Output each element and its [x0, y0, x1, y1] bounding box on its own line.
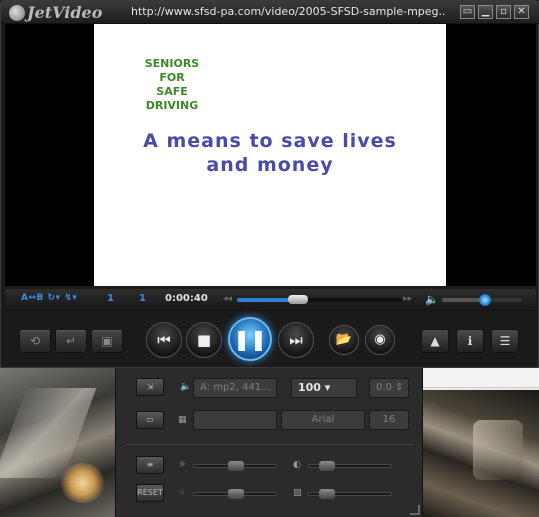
background-image-left: [0, 368, 115, 517]
seek-thumb[interactable]: [287, 295, 308, 304]
jetvideo-logo-icon: [9, 4, 25, 21]
app-name: JetVideo: [27, 3, 103, 22]
eject-button[interactable]: ▲: [421, 329, 449, 353]
restore-button[interactable]: ▫: [496, 5, 511, 19]
seek-progress: [237, 298, 295, 302]
rewind-arrows-icon[interactable]: ◂◂: [223, 294, 232, 304]
panel-divider: [126, 444, 414, 445]
ab-repeat-button[interactable]: A↔B ↻▾ ↯▾: [21, 293, 77, 303]
speaker-icon[interactable]: 🔈: [425, 293, 439, 306]
audio-track-select[interactable]: A: mp2, 441...: [193, 378, 277, 398]
player-window: JetVideo http://www.sfsd-pa.com/video/20…: [0, 0, 539, 368]
speed-menu-label: ↯▾: [64, 293, 78, 303]
saturation-knob[interactable]: [228, 489, 244, 499]
video-tagline: A means to save lives and money: [94, 129, 446, 177]
title-bar[interactable]: JetVideo http://www.sfsd-pa.com/video/20…: [1, 1, 539, 24]
close-button[interactable]: ✕: [514, 5, 529, 19]
seniors-line: SENIORS: [144, 57, 200, 70]
volume-knob[interactable]: [479, 294, 492, 306]
resize-grip[interactable]: [410, 505, 420, 515]
font-size-field[interactable]: 16: [369, 410, 409, 430]
forward-arrows-icon[interactable]: ▸▸: [403, 294, 412, 304]
audio-icon: 🔈: [180, 382, 192, 392]
seek-slider[interactable]: [237, 295, 402, 304]
saturation-icon: ⁘: [178, 488, 186, 498]
equalizer-button[interactable]: ≡: [136, 456, 164, 474]
settings-panel: ⇲ 🔈 A: mp2, 441... 100 ▾ 0.0 ⇕ ▭ ▦ Arial…: [115, 368, 423, 517]
reset-button[interactable]: RESET: [136, 484, 164, 502]
audio-settings-button[interactable]: ⇲: [136, 378, 164, 396]
background-image-right: [423, 390, 539, 517]
volume-select[interactable]: 100 ▾: [291, 378, 357, 398]
next-button[interactable]: ⏭: [278, 322, 314, 358]
background-toolbar: [423, 368, 539, 388]
pause-button[interactable]: ❚❚: [228, 317, 272, 361]
volume-slider[interactable]: [442, 294, 522, 306]
video-frame[interactable]: SENIORS FOR SAFE DRIVING A means to save…: [94, 24, 446, 286]
previous-button[interactable]: ⏮: [146, 322, 182, 358]
brightness-icon: ☼: [178, 460, 187, 470]
playlist-button[interactable]: ☰: [491, 329, 519, 353]
pin-button[interactable]: ▭: [460, 5, 475, 19]
hue-knob[interactable]: [319, 489, 336, 499]
contrast-knob[interactable]: [319, 461, 336, 471]
seniors-logo-text: SENIORS FOR SAFE DRIVING: [137, 57, 207, 113]
fullscreen-button[interactable]: ▣: [91, 329, 123, 353]
status-bar: A↔B ↻▾ ↯▾ 1 1 0:00:40 ◂◂ ▸▸ 🔈: [5, 289, 536, 311]
brightness-slider[interactable]: [193, 461, 277, 471]
open-file-button[interactable]: 📂: [329, 325, 359, 355]
font-select[interactable]: Arial: [281, 410, 365, 430]
time-display: 0:00:40: [165, 293, 208, 304]
stop-button[interactable]: ■: [186, 322, 222, 358]
audio-delay-value: 0.0: [376, 382, 392, 393]
saturation-slider[interactable]: [193, 489, 277, 499]
ab-repeat-label: A↔B: [21, 293, 44, 303]
window-title-url: http://www.sfsd-pa.com/video/2005-SFSD-s…: [131, 5, 446, 18]
subtitle-icon: ▦: [178, 415, 187, 425]
hue-slider[interactable]: [308, 489, 392, 499]
control-bar: ⟲ ↵ ▣ ⏮ ■ ❚❚ ⏭ 📂 ◉ ▲ ℹ ☰: [1, 313, 539, 369]
seniors-line: FOR: [159, 71, 185, 84]
volume-value: 100: [298, 381, 321, 394]
return-button[interactable]: ↵: [55, 329, 87, 353]
title-number: 1: [139, 293, 146, 304]
tagline-line-2: and money: [206, 154, 334, 176]
background-flare: [60, 463, 105, 503]
brightness-knob[interactable]: [228, 461, 244, 471]
contrast-slider[interactable]: [308, 461, 392, 471]
loop-menu-label: ↻▾: [47, 293, 61, 303]
subtitle-field[interactable]: [193, 410, 277, 430]
repeat-mode-button[interactable]: ⟲: [19, 329, 51, 353]
subtitle-settings-button[interactable]: ▭: [136, 411, 164, 429]
info-button[interactable]: ℹ: [456, 329, 484, 353]
hue-icon: ▧: [293, 488, 302, 498]
open-disc-button[interactable]: ◉: [365, 325, 395, 355]
contrast-icon: ◐: [293, 460, 301, 470]
seniors-line: SAFE: [156, 85, 188, 98]
screen: JetVideo http://www.sfsd-pa.com/video/20…: [0, 0, 539, 517]
tagline-line-1: A means to save lives: [143, 130, 397, 152]
app-logo: JetVideo: [9, 3, 102, 22]
seniors-line: DRIVING: [145, 99, 199, 112]
chapter-number: 1: [107, 293, 114, 304]
background-window-right: [423, 368, 539, 517]
minimize-button[interactable]: ▁: [478, 5, 493, 19]
audio-delay-stepper[interactable]: 0.0 ⇕: [369, 378, 409, 398]
